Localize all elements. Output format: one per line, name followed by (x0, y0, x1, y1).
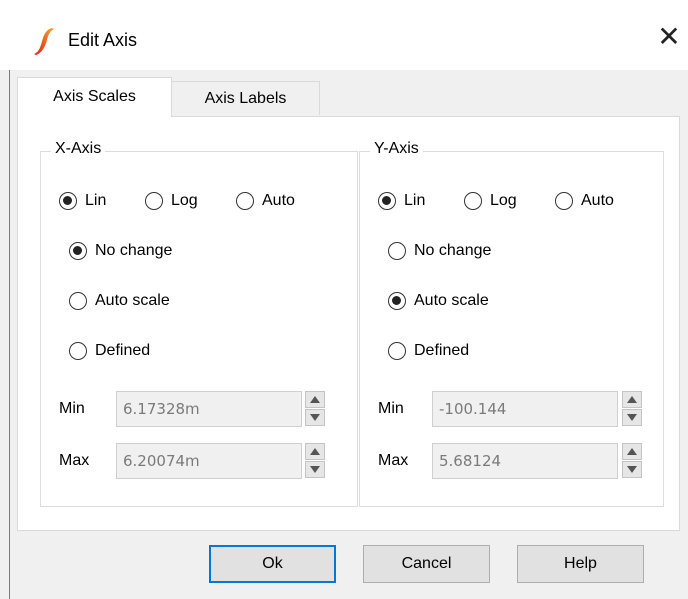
x-log-radio[interactable]: Log (145, 192, 198, 210)
x-lin-label: Lin (85, 192, 107, 209)
y-axis-group-title: Y-Axis (370, 140, 423, 158)
x-auto-label: Auto (262, 192, 295, 209)
y-log-label: Log (490, 192, 517, 209)
dialog-body: Axis Scales Axis Labels X-Axis Lin Log A… (0, 70, 688, 599)
ok-button[interactable]: Ok (209, 545, 336, 583)
cancel-button[interactable]: Cancel (363, 545, 490, 583)
y-log-radio[interactable]: Log (464, 192, 517, 210)
y-min-label: Min (378, 400, 404, 417)
y-lin-label: Lin (404, 192, 426, 209)
help-button[interactable]: Help (517, 545, 644, 583)
y-auto-radio[interactable]: Auto (555, 192, 614, 210)
y-no-change-radio[interactable]: No change (388, 242, 491, 260)
x-axis-group: X-Axis Lin Log Auto No change Auto scale… (40, 140, 358, 507)
tab-axis-scales[interactable]: Axis Scales (17, 77, 172, 117)
radio-selected-icon (69, 242, 87, 260)
radio-selected-icon (59, 192, 77, 210)
x-auto-scale-label: Auto scale (95, 292, 170, 309)
x-max-spinner[interactable] (305, 443, 325, 479)
tab-axis-labels[interactable]: Axis Labels (172, 81, 320, 115)
radio-empty-icon (388, 342, 406, 360)
radio-empty-icon (236, 192, 254, 210)
x-min-label: Min (59, 400, 85, 417)
y-auto-label: Auto (581, 192, 614, 209)
spin-down-icon[interactable] (622, 461, 642, 478)
radio-empty-icon (69, 342, 87, 360)
x-axis-group-title: X-Axis (51, 140, 106, 158)
x-defined-radio[interactable]: Defined (69, 342, 150, 360)
y-auto-scale-radio[interactable]: Auto scale (388, 292, 489, 310)
radio-empty-icon (464, 192, 482, 210)
radio-selected-icon (388, 292, 406, 310)
radio-empty-icon (69, 292, 87, 310)
spin-up-icon[interactable] (305, 391, 325, 408)
spin-up-icon[interactable] (622, 391, 642, 408)
y-defined-radio[interactable]: Defined (388, 342, 469, 360)
x-lin-radio[interactable]: Lin (59, 192, 106, 210)
x-auto-scale-radio[interactable]: Auto scale (69, 292, 170, 310)
x-max-field[interactable]: 6.20074m (116, 443, 302, 479)
y-max-field[interactable]: 5.68124 (432, 443, 618, 479)
x-min-spinner[interactable] (305, 391, 325, 427)
x-defined-label: Defined (95, 342, 151, 359)
y-defined-label: Defined (414, 342, 470, 359)
close-icon[interactable]: ✕ (654, 22, 684, 52)
radio-empty-icon (555, 192, 573, 210)
y-max-spinner[interactable] (622, 443, 642, 479)
y-max-label: Max (378, 452, 409, 469)
y-lin-radio[interactable]: Lin (378, 192, 425, 210)
spin-down-icon[interactable] (305, 409, 325, 426)
radio-empty-icon (145, 192, 163, 210)
app-logo-icon (28, 26, 58, 56)
spin-up-icon[interactable] (622, 443, 642, 460)
x-no-change-label: No change (95, 242, 173, 259)
y-auto-scale-label: Auto scale (414, 292, 489, 309)
x-min-field[interactable]: 6.17328m (116, 391, 302, 427)
x-auto-radio[interactable]: Auto (236, 192, 295, 210)
window-title: Edit Axis (68, 30, 138, 50)
y-axis-group: Y-Axis Lin Log Auto No change Auto scale… (359, 140, 664, 507)
title-bar: Edit Axis ✕ (0, 0, 688, 70)
spin-down-icon[interactable] (305, 461, 325, 478)
radio-empty-icon (388, 242, 406, 260)
y-min-spinner[interactable] (622, 391, 642, 427)
spin-up-icon[interactable] (305, 443, 325, 460)
x-no-change-radio[interactable]: No change (69, 242, 172, 260)
y-no-change-label: No change (414, 242, 492, 259)
x-log-label: Log (171, 192, 198, 209)
x-max-label: Max (59, 452, 90, 469)
radio-selected-icon (378, 192, 396, 210)
y-min-field[interactable]: -100.144 (432, 391, 618, 427)
axis-scales-panel: X-Axis Lin Log Auto No change Auto scale… (17, 116, 680, 531)
spin-down-icon[interactable] (622, 409, 642, 426)
